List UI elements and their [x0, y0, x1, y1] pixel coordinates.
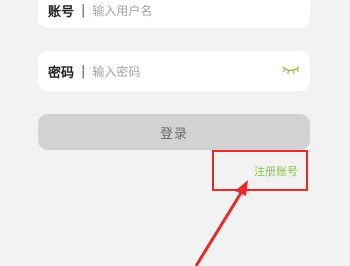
- register-account-link[interactable]: 注册账号: [254, 163, 298, 179]
- login-button[interactable]: 登录: [38, 114, 310, 150]
- account-label: 账号: [48, 4, 75, 20]
- password-input-placeholder[interactable]: 输入密码: [92, 63, 140, 80]
- password-separator: |: [81, 63, 86, 79]
- account-field[interactable]: 账号 | 输入用户名: [38, 0, 310, 28]
- password-label: 密码: [48, 65, 75, 81]
- password-field[interactable]: 密码 | 输入密码: [38, 51, 310, 91]
- account-separator: |: [81, 2, 86, 18]
- account-input-placeholder[interactable]: 输入用户名: [92, 2, 152, 19]
- eye-closed-icon[interactable]: [282, 64, 300, 76]
